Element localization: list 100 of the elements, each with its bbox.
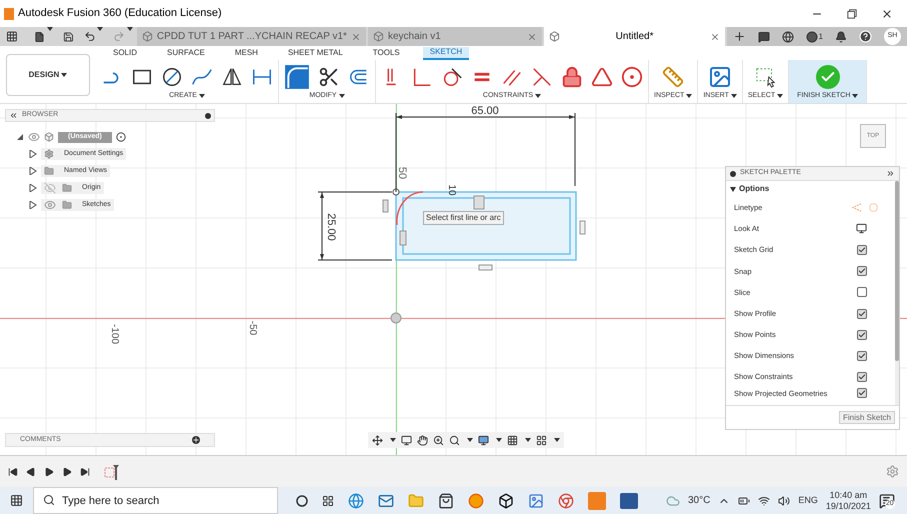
store-icon[interactable] xyxy=(438,492,454,508)
display-icon[interactable] xyxy=(478,434,489,446)
eye-icon[interactable] xyxy=(28,131,40,143)
pin-icon[interactable] xyxy=(730,170,736,176)
fillet-tool-icon[interactable] xyxy=(284,64,310,90)
ribbon-tab[interactable]: TOOLS xyxy=(366,46,407,60)
close-tab-icon[interactable] xyxy=(350,32,361,42)
pan-icon[interactable] xyxy=(417,434,428,446)
zoom-icon[interactable] xyxy=(433,434,444,446)
cortana-icon[interactable] xyxy=(296,494,308,506)
skip-forward-icon[interactable] xyxy=(80,466,90,476)
task-view-icon[interactable] xyxy=(322,494,334,506)
ruler-icon[interactable] xyxy=(661,66,686,88)
clock-date[interactable]: 19/10/2021 xyxy=(826,500,871,512)
sketch-point[interactable] xyxy=(392,188,400,196)
scrollbar-thumb[interactable] xyxy=(895,181,899,361)
tangent-icon[interactable] xyxy=(441,66,463,88)
origin-point xyxy=(390,312,402,324)
add-comment-icon[interactable] xyxy=(192,436,200,444)
expand-toggle-icon[interactable] xyxy=(29,201,37,209)
checkbox[interactable] xyxy=(857,330,867,340)
checkbox[interactable] xyxy=(857,244,867,255)
activate-icon[interactable] xyxy=(116,132,126,142)
language-indicator[interactable]: ENG xyxy=(798,494,818,508)
document-tab[interactable]: Untitled* xyxy=(544,27,725,46)
clock-time[interactable]: 10:40 am xyxy=(830,490,868,500)
ribbon-tab[interactable]: SOLID xyxy=(106,46,144,60)
finish-sketch-button[interactable]: Finish Sketch xyxy=(838,411,895,424)
expand-toggle-icon[interactable] xyxy=(29,167,37,175)
browser-icon[interactable] xyxy=(348,492,364,508)
circle-tool-icon[interactable] xyxy=(161,66,183,88)
dimension-value[interactable]: 10 xyxy=(446,184,457,196)
close-tab-icon[interactable] xyxy=(526,32,537,42)
checkbox[interactable] xyxy=(857,266,867,276)
workspace-dropdown[interactable]: DESIGN xyxy=(6,54,90,96)
select-icon[interactable] xyxy=(754,66,776,88)
taskbar-search-field[interactable]: Type here to search xyxy=(33,487,278,514)
mail-icon[interactable] xyxy=(378,492,394,508)
ribbon-tab[interactable]: SURFACE xyxy=(160,46,212,60)
collinear-icon[interactable] xyxy=(531,66,553,88)
collapse-icon[interactable] xyxy=(9,111,18,120)
notification-icon[interactable] xyxy=(834,30,847,42)
close-icon[interactable] xyxy=(881,8,893,20)
settings-icon[interactable] xyxy=(886,465,899,478)
ribbon-tab[interactable]: MESH xyxy=(228,46,265,60)
lock-icon[interactable] xyxy=(561,66,583,88)
sketch-timeline-icon[interactable] xyxy=(104,464,120,480)
close-tab-icon[interactable] xyxy=(710,32,720,42)
chrome-icon[interactable] xyxy=(558,492,574,508)
help-icon[interactable] xyxy=(858,30,872,43)
dimension-value[interactable]: 25.00 xyxy=(325,213,337,241)
save-icon[interactable] xyxy=(62,30,74,42)
step-back-icon[interactable] xyxy=(26,466,36,476)
image-icon[interactable] xyxy=(708,64,732,88)
wifi-icon[interactable] xyxy=(758,494,770,506)
concentric-icon[interactable] xyxy=(621,66,643,88)
undo-icon[interactable] xyxy=(84,30,96,43)
mirror-tool-icon[interactable] xyxy=(221,66,243,88)
play-icon[interactable] xyxy=(44,466,54,476)
document-tab[interactable]: CPDD TUT 1 PART ...YCHAIN RECAP v1* xyxy=(136,27,366,46)
pin-icon[interactable] xyxy=(205,112,211,118)
start-icon[interactable] xyxy=(10,494,23,507)
skip-back-icon[interactable] xyxy=(8,466,18,476)
check-icon[interactable] xyxy=(816,64,840,88)
app-icon[interactable] xyxy=(528,492,544,508)
checkbox[interactable] xyxy=(857,287,867,298)
jobs-icon[interactable] xyxy=(806,30,818,42)
expand-toggle-icon[interactable] xyxy=(29,184,37,192)
zoom-window-icon[interactable] xyxy=(449,434,460,446)
trim-tool-icon[interactable] xyxy=(318,66,340,88)
temperature[interactable]: 30°C xyxy=(688,493,710,508)
triangle-icon[interactable] xyxy=(591,66,613,88)
section-header[interactable]: Options xyxy=(726,181,895,197)
expand-toggle-icon[interactable] xyxy=(29,150,37,158)
chat-icon[interactable] xyxy=(758,30,770,42)
checkbox[interactable] xyxy=(857,372,867,382)
new-tab-icon[interactable] xyxy=(732,30,746,43)
grid-icon[interactable] xyxy=(507,434,518,446)
look-at-icon[interactable] xyxy=(856,223,867,234)
document-tab[interactable]: keychain v1 xyxy=(368,27,542,46)
ribbon-tab[interactable]: SKETCH xyxy=(422,46,470,60)
file-icon[interactable] xyxy=(34,30,45,42)
step-forward-icon[interactable] xyxy=(62,466,72,476)
globe-icon[interactable] xyxy=(782,30,794,42)
look-at-icon[interactable] xyxy=(401,434,412,446)
apps-grid-icon[interactable] xyxy=(6,30,18,43)
volume-icon[interactable] xyxy=(778,494,790,506)
restore-icon[interactable] xyxy=(847,8,857,18)
checkbox[interactable] xyxy=(857,388,867,398)
expand-icon[interactable] xyxy=(886,169,895,178)
dimension-value[interactable]: 65.00 xyxy=(471,105,499,117)
caret-icon xyxy=(46,27,53,31)
dimension-value[interactable]: 50 xyxy=(396,166,408,180)
expand-toggle-icon[interactable] xyxy=(16,133,24,141)
battery-icon[interactable] xyxy=(738,494,750,506)
viewports-icon[interactable] xyxy=(536,434,547,446)
checkbox[interactable] xyxy=(857,308,867,319)
ribbon-tab[interactable]: SHEET METAL xyxy=(280,46,350,60)
checkbox[interactable] xyxy=(857,350,867,361)
orbit-icon[interactable] xyxy=(372,434,383,446)
